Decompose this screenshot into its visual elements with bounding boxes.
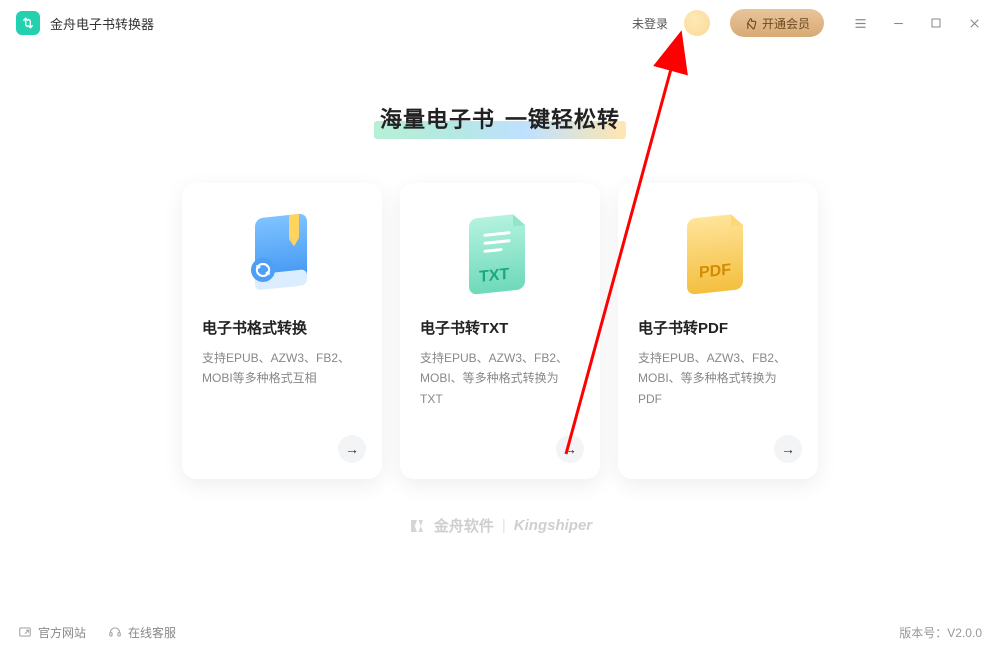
app-title: 金舟电子书转换器 (50, 14, 154, 33)
open-vip-button[interactable]: 开通会员 (730, 9, 824, 37)
arrow-right-icon[interactable]: → (774, 435, 802, 463)
maximize-button[interactable] (922, 9, 950, 37)
brand-logo-icon (408, 517, 426, 535)
feature-cards: 电子书格式转换 支持EPUB、AZW3、FB2、MOBI等多种格式互相 → T (0, 183, 1000, 479)
card-title: 电子书转PDF (638, 317, 798, 338)
close-button[interactable] (960, 9, 988, 37)
card-to-txt[interactable]: TXT 电子书转TXT 支持EPUB、AZW3、FB2、MOBI、等多种格式转换… (400, 183, 600, 479)
online-support-link[interactable]: 在线客服 (108, 624, 176, 641)
minimize-button[interactable] (884, 9, 912, 37)
official-website-link[interactable]: 官方网站 (18, 624, 86, 641)
thumbs-up-icon (744, 17, 757, 30)
pdf-icon: PDF (638, 203, 798, 309)
open-vip-label: 开通会员 (762, 15, 810, 32)
title-bar: 金舟电子书转换器 未登录 开通会员 (0, 0, 1000, 46)
card-to-pdf[interactable]: PDF 电子书转PDF 支持EPUB、AZW3、FB2、MOBI、等多种格式转换… (618, 183, 818, 479)
bottom-bar: 官方网站 在线客服 版本号：V2.0.0 (0, 614, 1000, 650)
menu-button[interactable] (846, 9, 874, 37)
avatar[interactable] (684, 10, 710, 36)
external-link-icon (18, 625, 32, 639)
hero-text-2: 一键轻松转 (505, 107, 620, 132)
hero-text-1: 海量电子书 (380, 107, 495, 132)
arrow-right-icon[interactable]: → (556, 435, 584, 463)
official-website-label: 官方网站 (38, 624, 86, 641)
card-title: 电子书转TXT (420, 317, 580, 338)
headset-icon (108, 625, 122, 639)
brand-separator: | (502, 517, 506, 534)
online-support-label: 在线客服 (128, 624, 176, 641)
book-convert-icon (202, 203, 362, 309)
card-format-convert[interactable]: 电子书格式转换 支持EPUB、AZW3、FB2、MOBI等多种格式互相 → (182, 183, 382, 479)
txt-icon: TXT (420, 203, 580, 309)
svg-text:TXT: TXT (479, 265, 509, 286)
login-status[interactable]: 未登录 (632, 15, 668, 32)
brand-cn: 金舟软件 (434, 515, 494, 536)
brand-en: Kingshiper (514, 517, 592, 534)
card-title: 电子书格式转换 (202, 317, 362, 338)
version-text: 版本号：V2.0.0 (899, 624, 982, 641)
svg-text:PDF: PDF (699, 260, 731, 281)
app-logo-icon (16, 11, 40, 35)
arrow-right-icon[interactable]: → (338, 435, 366, 463)
brand-footer: 金舟软件 | Kingshiper (0, 515, 1000, 536)
hero: 海量电子书一键轻松转 (0, 102, 1000, 137)
